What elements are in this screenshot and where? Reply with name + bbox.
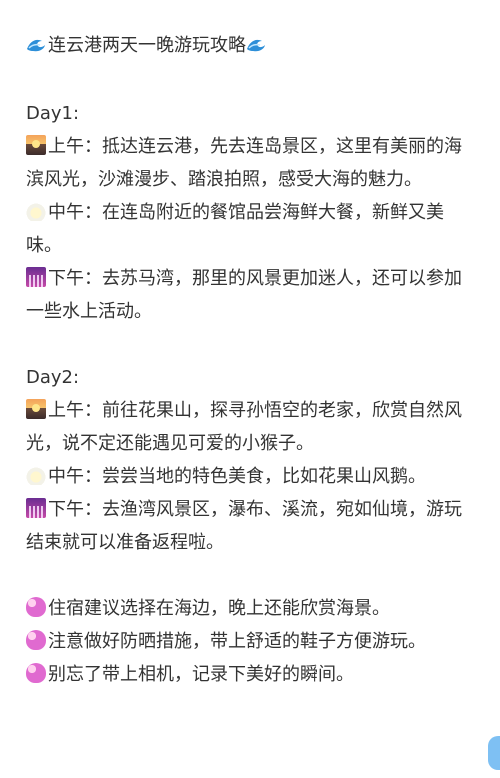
sparkling-heart-icon xyxy=(26,597,46,617)
wave-icon xyxy=(246,32,266,52)
day1-noon: 中午：在连岛附近的餐馆品尝海鲜大餐，新鲜又美味。 xyxy=(26,196,476,262)
sparkling-heart-icon xyxy=(26,663,46,683)
sun-icon xyxy=(26,465,46,485)
day1-noon-text: 中午：在连岛附近的餐馆品尝海鲜大餐，新鲜又美味。 xyxy=(26,202,444,256)
tip-text: 注意做好防晒措施，带上舒适的鞋子方便游玩。 xyxy=(48,631,426,652)
floating-action-button[interactable] xyxy=(488,736,500,770)
note-content: 连云港两天一晚游玩攻略 Day1: 上午：抵达连云港，先去连岛景区，这里有美丽的… xyxy=(26,30,476,691)
city-dusk-icon xyxy=(26,498,46,518)
sunrise-icon xyxy=(26,135,46,155)
city-dusk-icon xyxy=(26,267,46,287)
tip-item: 别忘了带上相机，记录下美好的瞬间。 xyxy=(26,658,476,691)
sunrise-icon xyxy=(26,399,46,419)
day1-morning-text: 上午：抵达连云港，先去连岛景区，这里有美丽的海滨风光，沙滩漫步、踏浪拍照，感受大… xyxy=(26,136,462,190)
post-title-row: 连云港两天一晚游玩攻略 xyxy=(26,30,476,62)
day2-noon-text: 中午：尝尝当地的特色美食，比如花果山风鹅。 xyxy=(48,466,426,487)
day2-afternoon: 下午：去渔湾风景区，瀑布、溪流，宛如仙境，游玩结束就可以准备返程啦。 xyxy=(26,493,476,559)
day2-morning-text: 上午：前往花果山，探寻孙悟空的老家，欣赏自然风光，说不定还能遇见可爱的小猴子。 xyxy=(26,400,462,454)
day2-heading: Day2: xyxy=(26,367,80,388)
sparkling-heart-icon xyxy=(26,630,46,650)
post-title: 连云港两天一晚游玩攻略 xyxy=(48,35,246,56)
day2-afternoon-text: 下午：去渔湾风景区，瀑布、溪流，宛如仙境，游玩结束就可以准备返程啦。 xyxy=(26,499,462,553)
day1-heading: Day1: xyxy=(26,103,80,124)
tip-item: 注意做好防晒措施，带上舒适的鞋子方便游玩。 xyxy=(26,625,476,658)
wave-icon xyxy=(26,32,46,52)
day2-noon: 中午：尝尝当地的特色美食，比如花果山风鹅。 xyxy=(26,460,476,493)
day1-afternoon: 下午：去苏马湾，那里的风景更加迷人，还可以参加一些水上活动。 xyxy=(26,262,476,328)
tip-item: 住宿建议选择在海边，晚上还能欣赏海景。 xyxy=(26,592,476,625)
day2-morning: 上午：前往花果山，探寻孙悟空的老家，欣赏自然风光，说不定还能遇见可爱的小猴子。 xyxy=(26,394,476,460)
tip-text: 别忘了带上相机，记录下美好的瞬间。 xyxy=(48,664,354,685)
sun-icon xyxy=(26,201,46,221)
day1-afternoon-text: 下午：去苏马湾，那里的风景更加迷人，还可以参加一些水上活动。 xyxy=(26,268,462,322)
tip-text: 住宿建议选择在海边，晚上还能欣赏海景。 xyxy=(48,598,390,619)
day1-morning: 上午：抵达连云港，先去连岛景区，这里有美丽的海滨风光，沙滩漫步、踏浪拍照，感受大… xyxy=(26,130,476,196)
